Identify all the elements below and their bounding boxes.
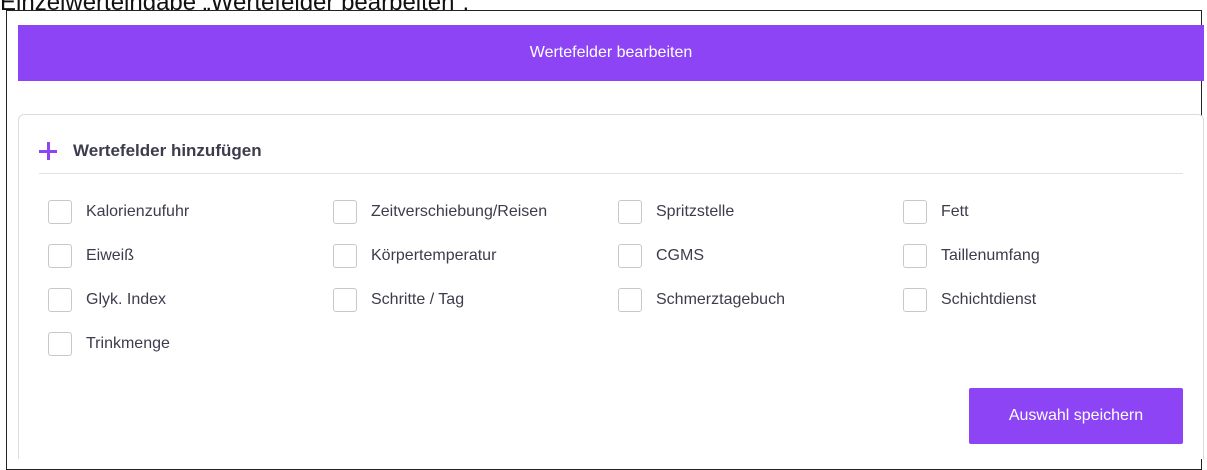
option-kalorienzufuhr[interactable]: Kalorienzufuhr bbox=[48, 199, 189, 225]
checkbox[interactable] bbox=[333, 288, 357, 312]
checkbox[interactable] bbox=[618, 200, 642, 224]
option-zeitverschiebung-reisen[interactable]: Zeitverschiebung/Reisen bbox=[333, 199, 547, 225]
checkbox[interactable] bbox=[48, 244, 72, 268]
option-label: Schritte / Tag bbox=[371, 291, 465, 308]
option-koerpertemperatur[interactable]: Körpertemperatur bbox=[333, 243, 496, 269]
checkbox[interactable] bbox=[48, 332, 72, 356]
option-taillenumfang[interactable]: Taillenumfang bbox=[903, 243, 1040, 269]
add-value-fields-panel: Wertefelder hinzufügen Kalorienzufuhr Ze… bbox=[18, 114, 1204, 459]
option-label: Zeitverschiebung/Reisen bbox=[371, 203, 548, 220]
checkbox[interactable] bbox=[903, 288, 927, 312]
option-label: Fett bbox=[941, 203, 969, 220]
option-label: Schichtdienst bbox=[941, 291, 1037, 308]
plus-icon bbox=[39, 142, 57, 160]
edit-value-fields-button[interactable]: Wertefelder bearbeiten bbox=[18, 25, 1204, 81]
panel-title: Wertefelder hinzufügen bbox=[73, 141, 262, 160]
option-label: Trinkmenge bbox=[86, 335, 170, 352]
checkbox[interactable] bbox=[333, 200, 357, 224]
option-label: Spritzstelle bbox=[656, 203, 735, 220]
add-value-fields-header[interactable]: Wertefelder hinzufügen bbox=[39, 137, 262, 165]
option-glyk-index[interactable]: Glyk. Index bbox=[48, 287, 166, 313]
option-fett[interactable]: Fett bbox=[903, 199, 969, 225]
option-label: Taillenumfang bbox=[941, 247, 1040, 264]
option-label: Glyk. Index bbox=[86, 291, 167, 308]
option-trinkmenge[interactable]: Trinkmenge bbox=[48, 331, 170, 357]
checkbox[interactable] bbox=[903, 244, 927, 268]
option-label: Körpertemperatur bbox=[371, 247, 497, 264]
save-selection-button[interactable]: Auswahl speichern bbox=[969, 388, 1183, 444]
option-cgms[interactable]: CGMS bbox=[618, 243, 704, 269]
option-schichtdienst[interactable]: Schichtdienst bbox=[903, 287, 1036, 313]
option-schmerztagebuch[interactable]: Schmerztagebuch bbox=[618, 287, 785, 313]
option-label: Kalorienzufuhr bbox=[86, 203, 190, 220]
checkbox[interactable] bbox=[618, 288, 642, 312]
checkbox[interactable] bbox=[903, 200, 927, 224]
option-spritzstelle[interactable]: Spritzstelle bbox=[618, 199, 734, 225]
checkbox[interactable] bbox=[48, 288, 72, 312]
checkbox[interactable] bbox=[618, 244, 642, 268]
option-label: Eiweiß bbox=[86, 247, 135, 264]
checkbox[interactable] bbox=[48, 200, 72, 224]
option-label: CGMS bbox=[656, 247, 704, 264]
checkbox[interactable] bbox=[333, 244, 357, 268]
divider bbox=[39, 173, 1183, 174]
option-eiweiss[interactable]: Eiweiß bbox=[48, 243, 134, 269]
option-label: Schmerztagebuch bbox=[656, 291, 785, 308]
option-schritte-tag[interactable]: Schritte / Tag bbox=[333, 287, 464, 313]
